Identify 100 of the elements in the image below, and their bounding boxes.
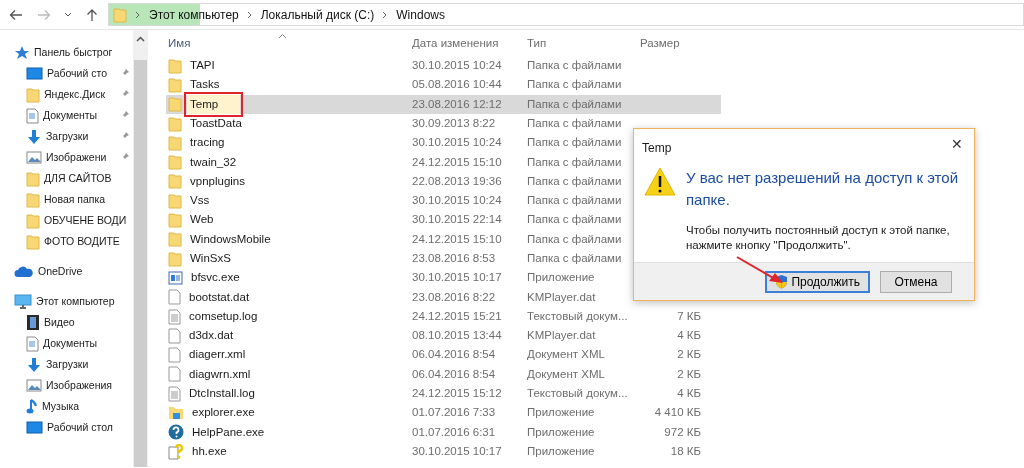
file-row[interactable]: diagerr.xml 06.04.2016 8:54 Документ XML 2 КБ (166, 345, 721, 365)
date-cell: 24.12.2015 15:12 (412, 387, 502, 400)
address-bar[interactable]: Этот компьютер Локальный диск (C:) Windows (108, 3, 1024, 26)
nav-item[interactable]: Рабочий сто (0, 63, 134, 84)
breadcrumb[interactable]: Локальный диск (C:) (260, 5, 375, 24)
file-row[interactable]: bfsvc.exe 30.10.2015 10:17 Приложение (166, 268, 721, 288)
nav-label: Загрузки (46, 128, 89, 144)
scroll-up-icon[interactable] (136, 36, 146, 42)
close-button[interactable]: ✕ (940, 133, 974, 155)
nav-label: Загрузки (46, 356, 89, 372)
file-row[interactable]: HelpPane.exe 01.07.2016 6:31 Приложение 972 КБ (166, 422, 721, 442)
type-cell: Папка с файлами (527, 97, 622, 110)
file-row[interactable]: hh.exe 30.10.2015 10:17 Приложение 18 КБ (166, 441, 721, 462)
nav-label: Панель быстрог (34, 44, 113, 60)
type-cell: Папка с файлами (527, 78, 622, 91)
folder-icon (26, 86, 40, 103)
file-name: ToastData (189, 115, 243, 131)
nav-item[interactable]: ФОТО ВОДИТЕ (0, 231, 134, 252)
size-cell: 4 КБ (677, 387, 701, 400)
monitor-icon (14, 293, 32, 310)
nav-label: OneDrive (38, 263, 83, 279)
type-cell: Папка с файлами (527, 213, 622, 226)
nav-item[interactable]: Изображения (0, 375, 134, 396)
nav-item[interactable]: Загрузки (0, 126, 134, 147)
nav-item[interactable]: ОБУЧЕНЕ ВОДИ (0, 210, 134, 231)
size-cell: 2 КБ (677, 348, 701, 361)
date-cell: 01.07.2016 7:33 (412, 406, 496, 419)
nav-label: Музыка (42, 398, 80, 414)
file-name: hh.exe (191, 443, 228, 459)
date-cell: 30.09.2013 8:22 (412, 116, 496, 129)
folder-icon (168, 212, 182, 228)
folder-icon (26, 212, 40, 229)
nav-item[interactable]: Яндекс.Диск (0, 84, 134, 105)
type-cell: Папка с файлами (527, 116, 622, 129)
nav-item[interactable]: Музыка (0, 396, 134, 417)
type-cell: Приложение (527, 406, 595, 419)
file-name: bfsvc.exe (190, 270, 241, 286)
nav-item[interactable]: Видео (0, 312, 134, 333)
nav-item[interactable]: Документы (0, 333, 134, 354)
size-cell: 18 КБ (670, 444, 701, 457)
file-row[interactable]: diagwrn.xml 06.04.2016 8:54 Документ XML 2 КБ (166, 364, 721, 385)
type-cell: KMPlayer.dat (527, 290, 596, 303)
nav-label: ОБУЧЕНЕ ВОДИ (44, 212, 127, 228)
continue-button[interactable]: Продолжить (765, 270, 870, 293)
date-cell: 05.08.2016 10:44 (412, 78, 502, 91)
date-cell: 30.10.2015 10:24 (412, 194, 502, 207)
back-arrow-icon (9, 8, 23, 21)
column-header[interactable]: Имя (168, 34, 191, 52)
date-cell: 30.10.2015 10:17 (412, 271, 502, 284)
desktop-icon (26, 420, 43, 435)
scrollbar[interactable] (133, 30, 148, 467)
file-row[interactable]: comsetup.log 24.12.2015 15:21 Текстовый докум... 7 КБ (166, 306, 721, 327)
nav-item[interactable]: OneDrive (0, 261, 134, 282)
file-row[interactable]: Tasks 05.08.2016 10:44 Папка с файлами (166, 75, 721, 95)
type-cell: Папка с файлами (527, 59, 622, 71)
nav-item[interactable]: ДЛЯ САЙТОВ (0, 168, 134, 189)
type-cell: Папка с файлами (527, 155, 622, 168)
date-cell: 30.10.2015 10:17 (412, 444, 502, 457)
nav-label: Новая папка (44, 191, 106, 207)
size-cell: 972 КБ (664, 425, 701, 438)
forward-arrow-icon (37, 8, 51, 21)
text-file-icon (168, 385, 181, 402)
folder-icon (168, 405, 184, 421)
nav-item[interactable]: Этот компьютер (0, 291, 134, 312)
nav-item[interactable]: Документы (0, 105, 134, 126)
column-header[interactable]: Дата изменения (412, 36, 499, 49)
breadcrumb[interactable]: Windows (396, 5, 445, 24)
file-row[interactable]: TAPI 30.10.2015 10:24 Папка с файлами (166, 56, 721, 76)
file-row[interactable]: Temp 23.08.2016 12:12 Папка с файлами (166, 94, 721, 114)
download-arrow-icon (26, 356, 42, 373)
file-row[interactable]: d3dx.dat 08.10.2015 13:44 KMPlayer.dat 4 КБ (166, 326, 721, 346)
file-row[interactable]: explorer.exe 01.07.2016 7:33 Приложение 4 410 КБ (166, 403, 721, 423)
file-row[interactable]: bootstat.dat 23.08.2016 8:22 KMPlayer.dat (166, 287, 721, 307)
download-arrow-icon (26, 128, 42, 145)
type-cell: Папка с файлами (527, 136, 622, 149)
nav-item[interactable]: Новая папка (0, 189, 134, 210)
size-cell: 4 410 КБ (654, 406, 701, 419)
file-row[interactable]: ToastData 30.09.2013 8:22 Папка с файлами (166, 113, 721, 134)
date-cell: 08.10.2015 13:44 (412, 329, 502, 342)
breadcrumb[interactable]: Этот компьютер (149, 5, 239, 24)
folder-icon (168, 76, 182, 93)
nav-label: ДЛЯ САЙТОВ (44, 170, 112, 186)
nav-item[interactable]: Изображени (0, 147, 134, 168)
nav-item[interactable]: Загрузки (0, 354, 134, 375)
file-icon (168, 347, 181, 364)
folder-icon (168, 192, 182, 209)
nav-item[interactable]: Рабочий стол (0, 417, 134, 438)
file-row[interactable]: DtcInstall.log 24.12.2015 15:12 Текстовый докум... 4 КБ (166, 384, 721, 404)
music-note-icon (26, 398, 38, 415)
type-cell: KMPlayer.dat (527, 329, 596, 342)
nav-label: Изображения (46, 377, 112, 393)
column-header[interactable]: Тип (527, 36, 547, 49)
cancel-button[interactable]: Отмена (880, 270, 952, 293)
column-header[interactable]: Размер (640, 36, 680, 49)
date-cell: 23.08.2016 8:53 (412, 252, 496, 264)
nav-item[interactable]: Панель быстрог (0, 42, 134, 63)
folder-icon (26, 191, 40, 208)
desktop-icon (26, 66, 43, 81)
warning-icon (644, 167, 676, 196)
file-name: bootstat.dat (188, 289, 251, 305)
